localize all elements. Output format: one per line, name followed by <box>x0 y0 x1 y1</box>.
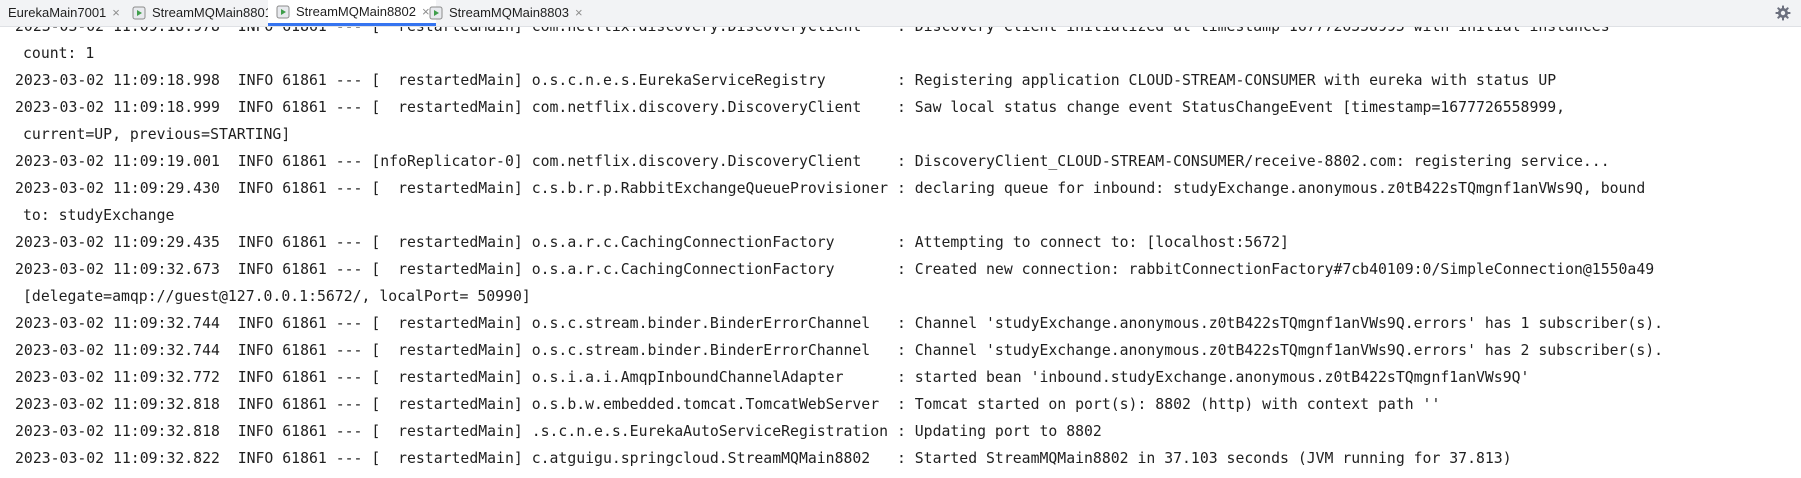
log-line: 2023-03-02 11:09:29.435 INFO 61861 --- [… <box>15 234 1289 251</box>
log-line: 2023-03-02 11:09:29.430 INFO 61861 --- [… <box>15 180 1646 197</box>
log-line: 2023-03-02 11:09:32.744 INFO 61861 --- [… <box>15 315 1664 332</box>
log-line: 2023-03-02 11:09:19.001 INFO 61861 --- [… <box>15 153 1610 170</box>
run-config-icon <box>276 5 290 18</box>
close-icon[interactable]: × <box>112 0 120 26</box>
tab-streammqmain8801[interactable]: StreamMQMain8801 × <box>124 0 292 26</box>
gear-icon[interactable] <box>1775 5 1791 21</box>
log-line: 2023-03-02 11:09:32.744 INFO 61861 --- [… <box>15 342 1664 359</box>
log-line: 2023-03-02 11:09:32.818 INFO 61861 --- [… <box>15 423 1102 440</box>
log-line: 2023-03-02 11:09:32.772 INFO 61861 --- [… <box>15 369 1530 386</box>
tab-label: EurekaMain7001 <box>8 5 107 20</box>
run-config-icon <box>132 6 146 20</box>
console-lines: 2023-03-02 11:09:18.978 INFO 61861 --- [… <box>15 27 1795 472</box>
log-line-continuation: current=UP, previous=STARTING] <box>23 126 291 143</box>
log-line: 2023-03-02 11:09:18.999 INFO 61861 --- [… <box>15 99 1566 116</box>
tab-streammqmain8802[interactable]: StreamMQMain8802 × <box>268 0 436 26</box>
tab-label: StreamMQMain8803 <box>449 5 569 20</box>
tab-label: StreamMQMain8801 <box>152 5 272 20</box>
log-line: 2023-03-02 11:09:18.998 INFO 61861 --- [… <box>15 72 1557 89</box>
run-config-icon <box>429 6 443 20</box>
log-line-continuation: count: 1 <box>23 45 95 62</box>
tab-streammqmain8803[interactable]: StreamMQMain8803 × <box>421 0 589 26</box>
log-line: 2023-03-02 11:09:32.818 INFO 61861 --- [… <box>15 396 1441 413</box>
close-icon[interactable]: × <box>575 0 583 26</box>
tab-eurekamain7001[interactable]: EurekaMain7001 × <box>0 0 126 26</box>
log-line: 2023-03-02 11:09:32.822 INFO 61861 --- [… <box>15 450 1512 467</box>
log-line-continuation: to: studyExchange <box>23 207 175 224</box>
console-output[interactable]: 2023-03-02 11:09:18.978 INFO 61861 --- [… <box>0 27 1801 478</box>
run-tool-window-tabbar: EurekaMain7001 × StreamMQMain8801 × Stre… <box>0 0 1801 27</box>
log-line: 2023-03-02 11:09:18.978 INFO 61861 --- [… <box>15 27 1795 40</box>
tab-label: StreamMQMain8802 <box>296 3 416 19</box>
log-line: 2023-03-02 11:09:32.673 INFO 61861 --- [… <box>15 261 1655 278</box>
log-line-continuation: [delegate=amqp://guest@127.0.0.1:5672/, … <box>23 288 531 305</box>
